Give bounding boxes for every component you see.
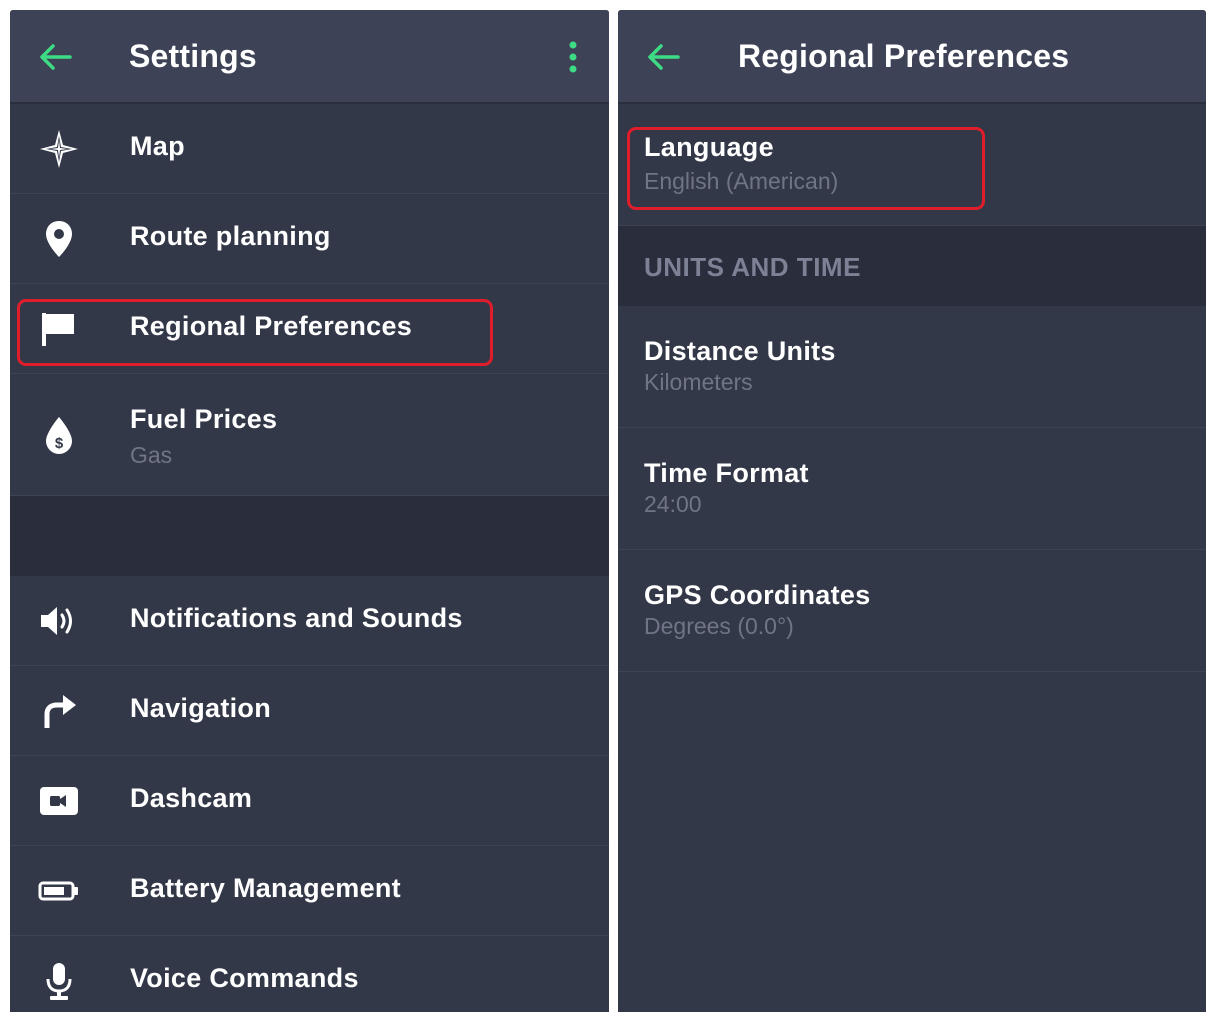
settings-item-battery-management[interactable]: Battery Management [10,846,609,936]
speaker-icon [38,600,80,642]
fuel-drop-icon: $ [38,414,80,456]
settings-item-dashcam[interactable]: Dashcam [10,756,609,846]
settings-item-label: Battery Management [130,873,401,903]
gps-coordinates-setting[interactable]: GPS Coordinates Degrees (0.0°) [618,550,1206,672]
page-title: Settings [129,38,257,74]
settings-item-label: Map [130,131,185,161]
flag-icon [38,308,80,350]
settings-panel: Settings Map Route planning Regional Pre… [10,10,609,1012]
language-label: Language [644,132,774,162]
settings-item-voice-commands[interactable]: Voice Commands [10,936,609,1012]
settings-item-label: Dashcam [130,783,253,813]
battery-icon [38,870,80,912]
page-title: Regional Preferences [738,38,1070,74]
settings-item-label: Fuel Prices [130,404,278,434]
settings-item-label: Notifications and Sounds [130,603,463,633]
distance-units-label: Distance Units [644,336,836,366]
section-divider [10,496,609,576]
settings-list: Map Route planning Regional Preferences [10,104,609,1012]
more-vertical-icon[interactable] [561,37,585,77]
regional-top-bar: Regional Preferences [618,10,1206,104]
section-header-label: UNITS AND TIME [644,252,861,282]
location-pin-icon [38,218,80,260]
settings-item-fuel-prices[interactable]: $ Fuel Prices Gas [10,374,609,496]
back-arrow-icon[interactable] [646,39,682,75]
settings-item-label: Navigation [130,693,272,723]
regional-list: Language English (American) UNITS AND TI… [618,104,1206,672]
language-setting[interactable]: Language English (American) [618,104,1206,226]
settings-item-label: Voice Commands [130,963,359,993]
microphone-icon [38,960,80,1002]
settings-item-subtitle: Gas [130,442,173,468]
gps-coordinates-value: Degrees (0.0°) [644,613,794,639]
language-value: English (American) [644,168,839,194]
settings-item-map[interactable]: Map [10,104,609,194]
svg-text:$: $ [55,435,64,452]
back-arrow-icon[interactable] [38,39,74,75]
time-format-value: 24:00 [644,491,702,517]
settings-item-regional-preferences[interactable]: Regional Preferences [10,284,609,374]
settings-item-navigation[interactable]: Navigation [10,666,609,756]
settings-item-notifications-and-sounds[interactable]: Notifications and Sounds [10,576,609,666]
video-camera-icon [38,780,80,822]
turn-right-arrow-icon [38,690,80,732]
compass-star-icon [38,128,80,170]
distance-units-setting[interactable]: Distance Units Kilometers [618,306,1206,428]
distance-units-value: Kilometers [644,369,753,395]
time-format-label: Time Format [644,458,809,488]
time-format-setting[interactable]: Time Format 24:00 [618,428,1206,550]
regional-preferences-panel: Regional Preferences Language English (A… [618,10,1206,1012]
gps-coordinates-label: GPS Coordinates [644,580,871,610]
settings-item-label: Route planning [130,221,331,251]
settings-item-label: Regional Preferences [130,311,413,341]
settings-item-route-planning[interactable]: Route planning [10,194,609,284]
section-header-units-and-time: UNITS AND TIME [618,226,1206,306]
settings-top-bar: Settings [10,10,609,104]
